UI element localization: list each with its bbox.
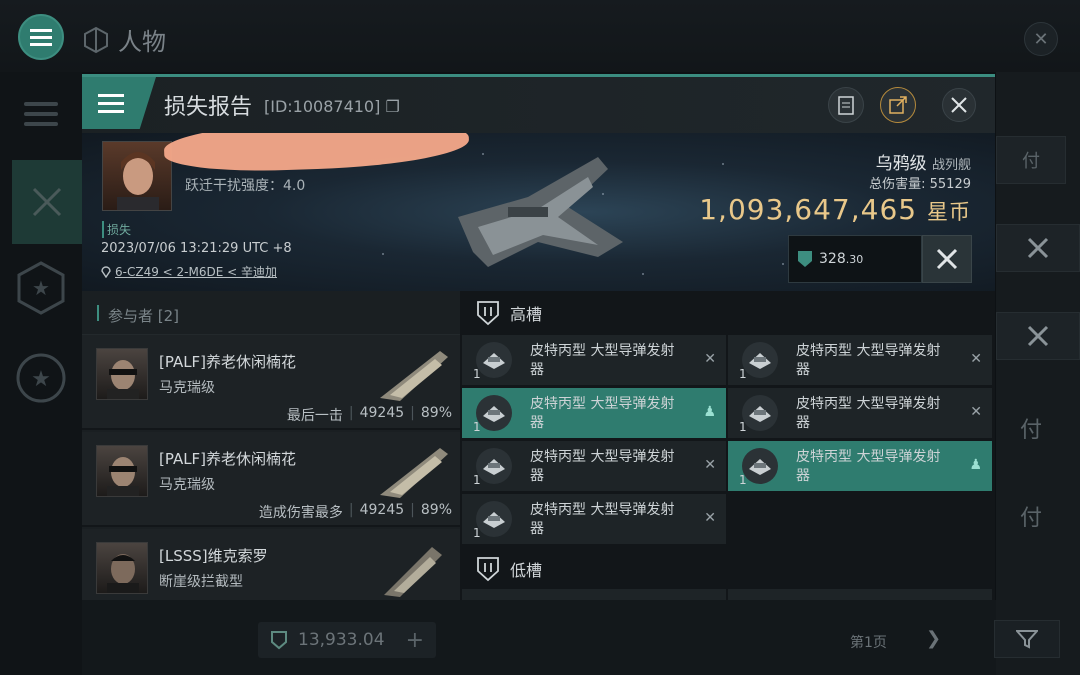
participant-row[interactable]: [PALF]养老休闲楠花 马克瑞级 造成伤害最多 | 49245 | 89%: [82, 432, 460, 527]
add-icon[interactable]: +: [406, 628, 424, 653]
module-cell-partial[interactable]: [728, 589, 992, 600]
list-icon: [24, 102, 58, 126]
plex-icon: [271, 631, 287, 650]
main-menu-button[interactable]: [18, 14, 64, 60]
module-cell-partial[interactable]: [462, 589, 726, 600]
dropped-person-icon: ♟: [969, 457, 982, 473]
modal-title: 损失报告: [164, 95, 253, 120]
svg-text:★: ★: [32, 276, 50, 300]
warp-strength: 跃迁干扰强度：4.0: [185, 178, 306, 194]
destroyed-icon: ✕: [970, 351, 982, 367]
participant-row[interactable]: [LSSS]维克索罗 断崖级拦截型: [82, 529, 460, 600]
right-box-3: 付: [1019, 506, 1042, 531]
star-circle-icon: ★: [16, 353, 66, 403]
participants-header: 参与者 [2]: [82, 291, 460, 335]
copy-icon[interactable]: ❐: [385, 97, 399, 116]
loss-datetime: 2023/07/06 13:21:29 UTC +8: [101, 241, 292, 256]
victim-avatar[interactable]: [102, 141, 172, 211]
share-button[interactable]: [880, 87, 916, 123]
low-slot-header: 低槽: [460, 547, 995, 591]
wallet-balance[interactable]: 13,933.04 +: [258, 622, 436, 658]
page-close-button[interactable]: ✕: [1024, 22, 1058, 56]
dropped-person-icon: ♟: [703, 404, 716, 420]
module-cell[interactable]: 1 皮特丙型 大型导弹发射器 ✕: [462, 335, 726, 385]
modal-close-button[interactable]: [942, 88, 976, 122]
high-slot-icon: [477, 301, 499, 326]
module-cell[interactable]: 1 皮特丙型 大型导弹发射器 ♟: [728, 441, 992, 491]
tools-icon: [936, 248, 958, 270]
location-pin-icon: [101, 266, 111, 278]
participant-name: [LSSS]维克索罗: [159, 547, 268, 565]
destroyed-icon: ✕: [704, 351, 716, 367]
share-icon: [889, 96, 907, 114]
sidebar-list-button[interactable]: [12, 84, 70, 144]
right-box-1[interactable]: 付: [996, 136, 1066, 184]
participant-stats: 造成伤害最多 | 49245 | 89%: [258, 502, 452, 521]
participant-avatar: [96, 348, 148, 400]
victim-banner: 跃迁干扰强度：4.0 损失 2023/07/06 13:21:29 UTC +8…: [82, 133, 995, 291]
participant-ship: 马克瑞级: [159, 380, 215, 396]
module-cell[interactable]: 1 皮特丙型 大型导弹发射器 ♟: [462, 388, 726, 438]
loss-tag: 损失: [102, 221, 131, 238]
loss-location[interactable]: 6-CZ49 < 2-M6DE < 辛迪加: [101, 263, 277, 280]
participant-ship-image: [384, 547, 442, 597]
modules-panel: 高槽 1 皮特丙型 大型导弹发射器 ✕ 1 皮特丙型 大型导弹发射器 ✕ 1 皮…: [460, 291, 995, 600]
destroyed-icon: ✕: [704, 510, 716, 526]
module-cell[interactable]: 1 皮特丙型 大型导弹发射器 ✕: [728, 335, 992, 385]
svg-text:★: ★: [31, 367, 51, 392]
module-cell[interactable]: 1 皮特丙型 大型导弹发射器 ✕: [462, 494, 726, 544]
participant-ship: 断崖级拦截型: [159, 574, 243, 590]
participant-ship: 马克瑞级: [159, 477, 215, 493]
module-cell[interactable]: 1 皮特丙型 大型导弹发射器 ✕: [462, 441, 726, 491]
loss-report-modal: 损失报告 [ID:10087410] ❐ 跃迁干扰强度：4.0 损失 2023/…: [82, 74, 995, 600]
participant-name: [PALF]养老休闲楠花: [159, 353, 297, 371]
tools-icon: [1027, 237, 1049, 259]
participant-row[interactable]: [PALF]养老休闲楠花 马克瑞级 最后一击 | 49245 | 89%: [82, 335, 460, 430]
page-indicator: 第1页: [850, 635, 887, 651]
clipboard-icon: [838, 96, 854, 115]
left-sidebar: ★ ★: [0, 72, 82, 675]
star-badge-icon: ★: [17, 261, 65, 315]
background-right-panel: 付 付 付: [996, 72, 1080, 675]
swords-icon: [32, 187, 62, 217]
close-icon: [951, 97, 967, 113]
loss-isk-value: 1,093,647,465 星币: [699, 193, 971, 226]
right-tools-1[interactable]: [996, 224, 1080, 272]
character-icon: [84, 26, 108, 53]
filter-button[interactable]: [994, 620, 1060, 658]
menu-icon: [30, 29, 52, 46]
ship-class[interactable]: 乌鸦级 战列舰: [876, 149, 971, 174]
right-box-2: 付: [1019, 418, 1042, 443]
module-cell[interactable]: 1 皮特丙型 大型导弹发射器 ✕: [728, 388, 992, 438]
report-id[interactable]: [ID:10087410] ❐: [264, 97, 400, 116]
destroyed-icon: ✕: [970, 404, 982, 420]
low-slot-icon: [477, 557, 499, 582]
menu-icon: [98, 94, 124, 113]
total-damage: 总伤害量: 55129: [869, 177, 971, 192]
participant-ship-image: [380, 448, 448, 498]
participants-panel: 参与者 [2] [PALF]养老休闲楠花 马克瑞级 最后一击 | 49245 | 8…: [82, 291, 460, 600]
plex-value: 328.30: [788, 235, 922, 283]
redacted-name: [163, 133, 470, 175]
clipboard-button[interactable]: [828, 87, 864, 123]
tools-icon: [1027, 325, 1049, 347]
filter-icon: [1016, 630, 1038, 649]
destroyed-icon: ✕: [704, 457, 716, 473]
participant-name: [PALF]养老休闲楠花: [159, 450, 297, 468]
next-page-button[interactable]: ❯: [926, 628, 941, 649]
sidebar-star-circle[interactable]: ★: [12, 348, 70, 408]
fitting-button[interactable]: [922, 235, 972, 283]
sidebar-combat-tab[interactable]: [12, 160, 82, 244]
sidebar-star-badge[interactable]: ★: [12, 258, 70, 318]
high-slot-header: 高槽: [460, 291, 995, 335]
participant-avatar: [96, 542, 148, 594]
right-tools-2[interactable]: [996, 312, 1080, 360]
page-title: 人物: [82, 22, 166, 57]
victim-ship-image: [458, 157, 623, 267]
participant-ship-image: [380, 351, 448, 401]
participant-avatar: [96, 445, 148, 497]
participant-stats: 最后一击 | 49245 | 89%: [286, 405, 452, 424]
plex-icon: [798, 251, 812, 267]
